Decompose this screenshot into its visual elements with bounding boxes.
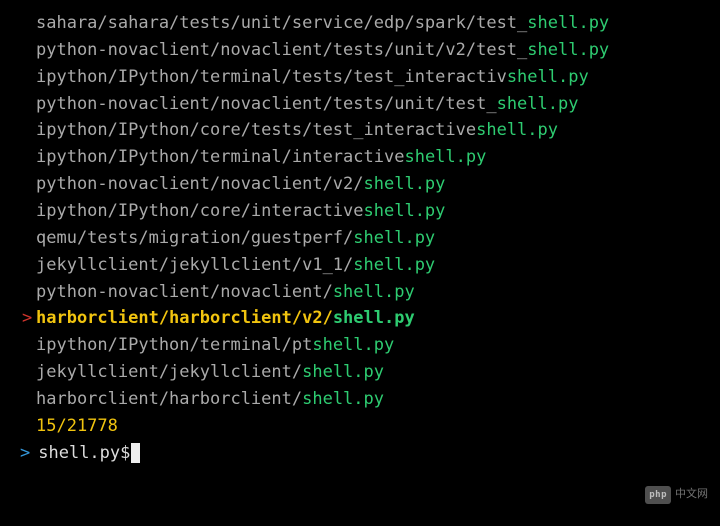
result-path-prefix: ipython/IPython/core/tests/test_interact…	[36, 120, 476, 140]
fzf-results-list: sahara/sahara/tests/unit/service/edp/spa…	[20, 10, 700, 413]
result-match-text: shell.py	[302, 389, 384, 409]
result-path-prefix: ipython/IPython/core/interactive	[36, 201, 364, 221]
result-row[interactable]: jekyllclient/jekyllclient/v1_1/shell.py	[36, 252, 700, 279]
result-match-text: shell.py	[302, 362, 384, 382]
result-match-text: shell.py	[476, 120, 558, 140]
result-path-prefix: python-novaclient/novaclient/v2/	[36, 174, 364, 194]
result-match-text: shell.py	[497, 94, 579, 114]
result-row[interactable]: >harborclient/harborclient/v2/shell.py	[36, 305, 700, 332]
result-row[interactable]: qemu/tests/migration/guestperf/shell.py	[36, 225, 700, 252]
result-row[interactable]: jekyllclient/jekyllclient/shell.py	[36, 359, 700, 386]
result-row[interactable]: harborclient/harborclient/shell.py	[36, 386, 700, 413]
result-row[interactable]: ipython/IPython/terminal/tests/test_inte…	[36, 64, 700, 91]
result-row[interactable]: ipython/IPython/terminal/interactiveshel…	[36, 144, 700, 171]
result-row[interactable]: ipython/IPython/terminal/ptshell.py	[36, 332, 700, 359]
result-row[interactable]: ipython/IPython/core/interactiveshell.py	[36, 198, 700, 225]
watermark-badge: php	[645, 486, 671, 504]
result-path-prefix: jekyllclient/jekyllclient/v1_1/	[36, 255, 353, 275]
result-path-prefix: qemu/tests/migration/guestperf/	[36, 228, 353, 248]
search-prompt-line[interactable]: > shell.py$	[20, 440, 700, 467]
result-match-text: shell.py	[364, 174, 446, 194]
result-path-prefix: harborclient/harborclient/v2/	[36, 308, 333, 328]
result-match-text: shell.py	[333, 308, 415, 328]
result-row[interactable]: python-novaclient/novaclient/shell.py	[36, 279, 700, 306]
prompt-chevron-icon: >	[20, 440, 30, 467]
selection-marker-icon: >	[22, 305, 36, 332]
result-path-prefix: ipython/IPython/terminal/interactive	[36, 147, 404, 167]
result-path-prefix: python-novaclient/novaclient/tests/unit/…	[36, 40, 527, 60]
result-path-prefix: ipython/IPython/terminal/pt	[36, 335, 312, 355]
result-row[interactable]: python-novaclient/novaclient/tests/unit/…	[36, 37, 700, 64]
result-row[interactable]: python-novaclient/novaclient/v2/shell.py	[36, 171, 700, 198]
result-row[interactable]: sahara/sahara/tests/unit/service/edp/spa…	[36, 10, 700, 37]
result-path-prefix: python-novaclient/novaclient/	[36, 282, 333, 302]
result-match-text: shell.py	[404, 147, 486, 167]
result-match-text: shell.py	[312, 335, 394, 355]
result-match-text: shell.py	[527, 13, 609, 33]
search-query: shell.py$	[38, 440, 130, 467]
cursor	[131, 443, 140, 463]
result-path-prefix: harborclient/harborclient/	[36, 389, 302, 409]
result-match-text: shell.py	[353, 228, 435, 248]
result-row[interactable]: ipython/IPython/core/tests/test_interact…	[36, 117, 700, 144]
result-row[interactable]: python-novaclient/novaclient/tests/unit/…	[36, 91, 700, 118]
watermark: php 中文网	[645, 486, 708, 504]
result-match-text: shell.py	[507, 67, 589, 87]
result-path-prefix: jekyllclient/jekyllclient/	[36, 362, 302, 382]
result-match-text: shell.py	[364, 201, 446, 221]
result-match-text: shell.py	[333, 282, 415, 302]
result-path-prefix: sahara/sahara/tests/unit/service/edp/spa…	[36, 13, 527, 33]
result-match-text: shell.py	[527, 40, 609, 60]
result-match-text: shell.py	[353, 255, 435, 275]
watermark-text: 中文网	[675, 486, 708, 503]
result-count: 15/21778	[20, 413, 700, 440]
result-path-prefix: ipython/IPython/terminal/tests/test_inte…	[36, 67, 507, 87]
result-path-prefix: python-novaclient/novaclient/tests/unit/…	[36, 94, 497, 114]
